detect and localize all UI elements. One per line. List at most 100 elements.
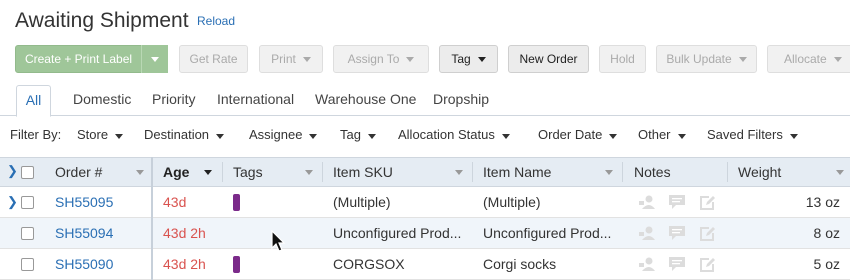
tab-all[interactable]: All — [16, 85, 51, 117]
assigned-user-icon[interactable] — [638, 225, 656, 241]
order-age: 43d 2h — [163, 225, 206, 241]
message-icon[interactable] — [668, 256, 686, 272]
allocate-button[interactable]: Allocate — [767, 45, 850, 73]
column-menu-icon[interactable] — [136, 170, 144, 175]
chevron-down-icon — [609, 134, 618, 139]
assigned-user-icon[interactable] — [638, 256, 656, 272]
filter-tag-label: Tag — [340, 127, 361, 142]
select-all-checkbox[interactable] — [21, 166, 34, 179]
filter-saved-filters[interactable]: Saved Filters — [707, 127, 798, 142]
weight-value: 13 oz — [805, 194, 840, 210]
edit-note-icon[interactable] — [698, 256, 716, 272]
column-item-sku[interactable]: Item SKU — [333, 158, 393, 186]
print-button[interactable]: Print — [259, 45, 323, 73]
column-tags[interactable]: Tags — [233, 158, 263, 186]
new-order-button[interactable]: New Order — [508, 45, 589, 73]
sort-descending-icon[interactable] — [204, 170, 212, 175]
item-sku: (Multiple) — [333, 194, 391, 210]
message-icon[interactable] — [668, 225, 686, 241]
create-print-label-button[interactable]: Create + Print Label — [15, 45, 142, 73]
bulk-update-button[interactable]: Bulk Update — [656, 45, 757, 73]
edit-note-icon[interactable] — [698, 194, 716, 210]
order-age: 43d — [163, 194, 187, 210]
item-name: Corgi socks — [483, 256, 557, 272]
column-divider[interactable] — [622, 162, 623, 182]
assigned-user-icon[interactable] — [638, 194, 656, 210]
table-row[interactable]: SH55094 43d 2h Unconfigured Prod... Unco… — [0, 218, 850, 249]
chevron-down-icon — [151, 56, 159, 62]
row-checkbox[interactable] — [21, 258, 34, 271]
column-notes[interactable]: Notes — [634, 158, 671, 186]
hold-button[interactable]: Hold — [599, 45, 646, 73]
column-menu-icon[interactable] — [836, 170, 844, 175]
column-order-number[interactable]: Order # — [55, 158, 102, 186]
column-item-name[interactable]: Item Name — [483, 158, 551, 186]
table-header: ❯ Order # Age Tags Item SKU Item Name No… — [0, 157, 850, 187]
get-rate-label: Get Rate — [189, 52, 238, 66]
filter-saved-filters-label: Saved Filters — [707, 127, 783, 142]
tab-priority[interactable]: Priority — [152, 85, 196, 115]
column-weight[interactable]: Weight — [738, 158, 781, 186]
filter-destination[interactable]: Destination — [144, 127, 225, 142]
assign-to-button[interactable]: Assign To — [333, 45, 429, 73]
row-checkbox[interactable] — [21, 227, 34, 240]
filter-other[interactable]: Other — [638, 127, 686, 142]
print-label: Print — [271, 52, 296, 66]
item-name: Unconfigured Prod... — [483, 225, 612, 241]
chevron-down-icon — [406, 56, 415, 62]
chevron-down-icon — [216, 134, 225, 139]
filter-store-label: Store — [77, 127, 109, 142]
table-row[interactable]: ❯ SH55095 43d (Multiple) (Multiple) 13 o… — [0, 187, 850, 218]
item-name: (Multiple) — [483, 194, 541, 210]
reload-link[interactable]: Reload — [197, 14, 235, 28]
chevron-down-icon — [501, 134, 510, 139]
filter-order-date-label: Order Date — [538, 127, 603, 142]
column-divider[interactable] — [472, 162, 473, 182]
frozen-column-divider — [151, 157, 153, 280]
filter-assignee[interactable]: Assignee — [249, 127, 318, 142]
filter-assignee-label: Assignee — [249, 127, 303, 142]
tab-warehouse-one[interactable]: Warehouse One — [315, 85, 416, 115]
assign-to-label: Assign To — [347, 52, 400, 66]
order-number-link[interactable]: SH55095 — [55, 187, 113, 217]
filter-by-label: Filter By: — [10, 127, 62, 142]
chevron-down-icon — [738, 56, 747, 62]
chevron-down-icon — [477, 56, 486, 62]
edit-note-icon[interactable] — [698, 225, 716, 241]
bulk-update-label: Bulk Update — [666, 52, 732, 66]
order-number-link[interactable]: SH55094 — [55, 218, 113, 248]
status-tabs: All Domestic Priority International Ware… — [0, 85, 850, 117]
weight-value: 5 oz — [813, 256, 840, 272]
column-divider[interactable] — [222, 162, 223, 182]
get-rate-button[interactable]: Get Rate — [179, 45, 248, 73]
filter-destination-label: Destination — [144, 127, 210, 142]
order-number-link[interactable]: SH55090 — [55, 249, 113, 279]
tag-marker — [233, 256, 240, 273]
tab-dropship[interactable]: Dropship — [433, 85, 489, 115]
create-print-label-text: Create + Print Label — [24, 52, 133, 66]
tab-domestic[interactable]: Domestic — [73, 85, 131, 115]
create-print-label-dropdown[interactable] — [141, 45, 168, 73]
filter-store[interactable]: Store — [77, 127, 124, 142]
item-sku: Unconfigured Prod... — [333, 225, 462, 241]
message-icon[interactable] — [668, 194, 686, 210]
column-age[interactable]: Age — [163, 158, 189, 186]
tab-international[interactable]: International — [217, 85, 294, 115]
column-divider[interactable] — [727, 162, 728, 182]
filter-order-date[interactable]: Order Date — [538, 127, 618, 142]
column-menu-icon[interactable] — [455, 170, 463, 175]
expand-all-icon[interactable]: ❯ — [7, 163, 18, 179]
expand-row-icon[interactable]: ❯ — [7, 194, 18, 210]
column-divider[interactable] — [322, 162, 323, 182]
row-checkbox[interactable] — [21, 196, 34, 209]
chevron-down-icon — [115, 134, 124, 139]
column-menu-icon[interactable] — [605, 170, 613, 175]
filter-allocation-status[interactable]: Allocation Status — [398, 127, 510, 142]
new-order-label: New Order — [519, 52, 578, 66]
tag-button[interactable]: Tag — [439, 45, 498, 73]
mouse-cursor-icon — [271, 230, 286, 252]
column-menu-icon[interactable] — [305, 170, 313, 175]
table-row[interactable]: SH55090 43d 2h CORGSOX Corgi socks 5 oz — [0, 249, 850, 280]
filter-tag[interactable]: Tag — [340, 127, 376, 142]
allocate-label: Allocate — [784, 52, 827, 66]
